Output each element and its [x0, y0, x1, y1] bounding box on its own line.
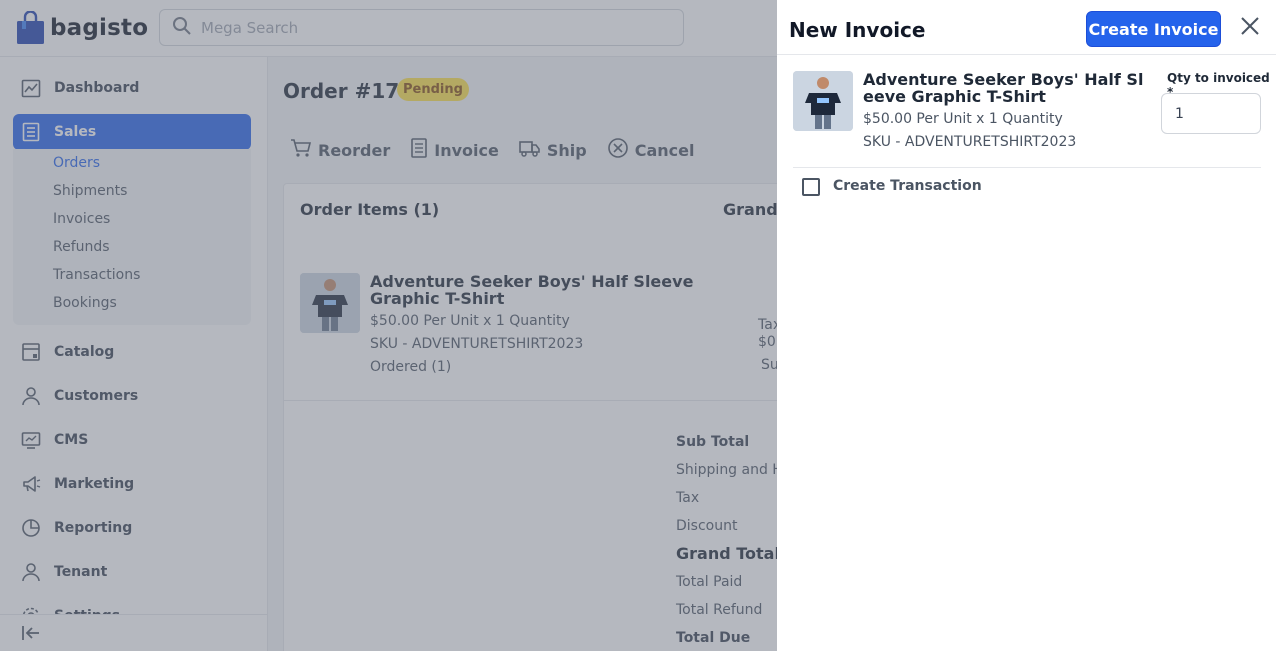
drawer-header: New Invoice Create Invoice [777, 0, 1276, 55]
create-transaction-label[interactable]: Create Transaction [833, 178, 982, 194]
qty-to-invoice-input[interactable] [1161, 93, 1261, 134]
create-transaction-checkbox[interactable] [802, 178, 820, 196]
modal-backdrop[interactable] [0, 0, 777, 651]
drawer-title: New Invoice [789, 18, 926, 42]
invoice-product-name: Adventure Seeker Boys' Half Sleeve Graph… [863, 70, 1144, 106]
invoice-product-price: $50.00 Per Unit x 1 Quantity [863, 111, 1063, 127]
close-icon[interactable] [1238, 14, 1262, 38]
drawer-divider [793, 167, 1261, 168]
create-invoice-button[interactable]: Create Invoice [1086, 11, 1221, 47]
new-invoice-drawer: New Invoice Create Invoice Adventure See… [777, 0, 1276, 651]
invoice-product-sku: SKU - ADVENTURETSHIRT2023 [863, 134, 1077, 150]
product-thumbnail [793, 71, 853, 131]
